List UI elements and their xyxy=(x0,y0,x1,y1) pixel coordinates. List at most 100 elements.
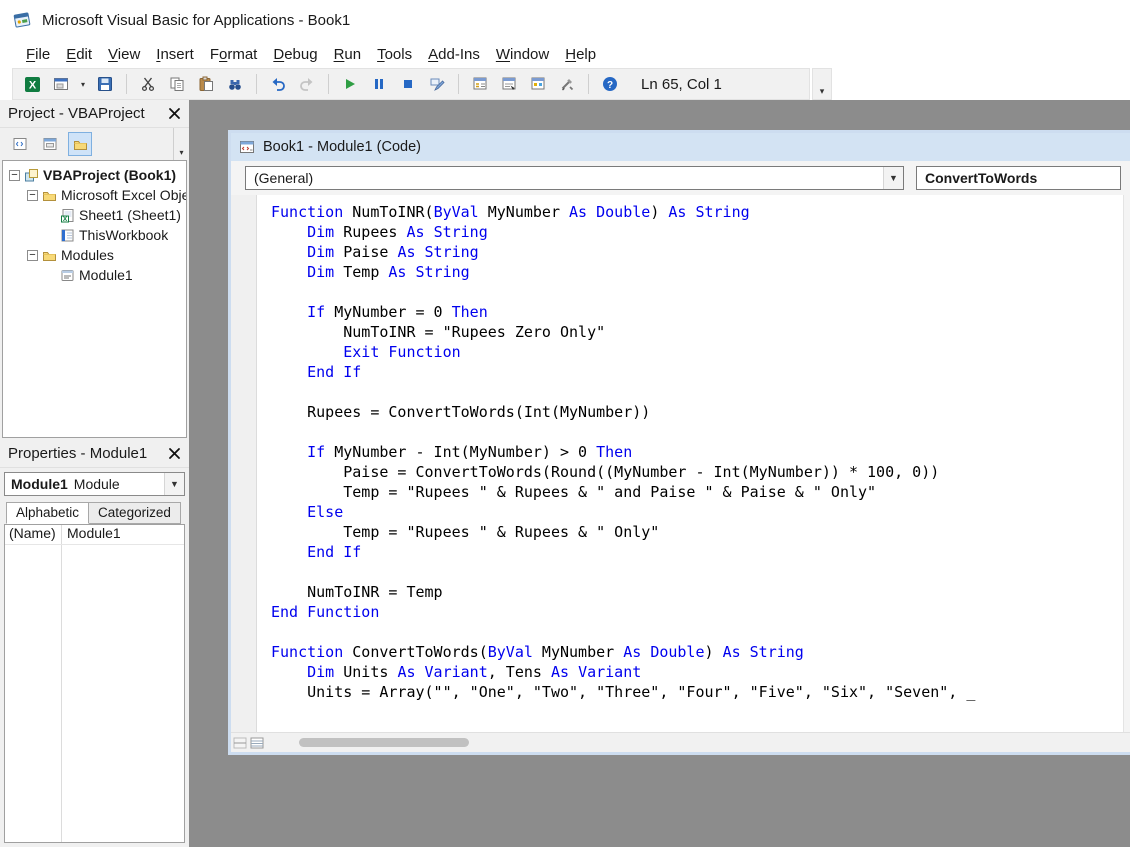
save-button[interactable] xyxy=(92,71,118,97)
code-line: Function ConvertToWords(ByVal MyNumber A… xyxy=(271,642,1123,662)
menu-file[interactable]: File xyxy=(18,43,58,66)
cut-button[interactable] xyxy=(135,71,161,97)
svg-text:X: X xyxy=(62,216,67,223)
copy-button[interactable] xyxy=(164,71,190,97)
insert-userform-button[interactable] xyxy=(48,71,74,97)
tree-item-modules[interactable]: −Modules xyxy=(3,245,186,265)
main-area: Project - VBAProject xyxy=(0,100,1130,847)
paste-button[interactable] xyxy=(193,71,219,97)
copy-icon xyxy=(169,76,185,92)
code-line: End If xyxy=(271,362,1123,382)
tree-item-label: VBAProject (Book1) xyxy=(43,167,176,183)
project-panel-options[interactable]: ▾ xyxy=(173,128,189,160)
redo-button[interactable] xyxy=(294,71,320,97)
chevron-down-icon[interactable]: ▼ xyxy=(164,473,184,495)
tree-item-thisworkbook[interactable]: ThisWorkbook xyxy=(3,225,186,245)
tree-item-microsoft-excel-objects[interactable]: − Microsoft Excel Objects xyxy=(3,185,186,205)
chevron-down-icon[interactable]: ▼ xyxy=(883,167,903,189)
full-module-view-button[interactable] xyxy=(248,735,265,751)
toolbar-overflow-button[interactable]: ▾ xyxy=(812,68,832,100)
view-code-button[interactable] xyxy=(8,132,32,156)
code-line xyxy=(271,282,1123,302)
properties-panel: Properties - Module1 Module1 Module ▼ Al… xyxy=(0,440,189,847)
mdi-area: Book1 - Module1 (Code) (General) ▼ Conve… xyxy=(190,100,1130,847)
collapse-icon[interactable]: − xyxy=(9,170,20,181)
reset-button[interactable] xyxy=(395,71,421,97)
property-value-cell[interactable]: Module1 xyxy=(61,525,184,544)
tree-item-sheet1-sheet1[interactable]: XSheet1 (Sheet1) xyxy=(3,205,186,225)
properties-window-button[interactable] xyxy=(496,71,522,97)
properties-panel-close-button[interactable] xyxy=(163,443,185,465)
margin-indicator-bar[interactable] xyxy=(231,195,257,732)
insert-userform-dropdown-arrow[interactable]: ▾ xyxy=(77,80,89,89)
project-panel-title: Project - VBAProject xyxy=(8,105,145,122)
code-line: Dim Units As Variant, Tens As Variant xyxy=(271,662,1123,682)
grid-column-divider[interactable] xyxy=(61,525,62,842)
code-editor[interactable]: Function NumToINR(ByVal MyNumber As Doub… xyxy=(257,195,1123,732)
title-bar[interactable]: Microsoft Visual Basic for Applications … xyxy=(0,0,1130,40)
help-button[interactable]: ? xyxy=(597,71,623,97)
menu-add-ins[interactable]: Add-Ins xyxy=(420,43,488,66)
toggle-folders-button[interactable] xyxy=(68,132,92,156)
tab-alphabetic[interactable]: Alphabetic xyxy=(6,502,89,524)
collapse-icon[interactable]: − xyxy=(27,190,38,201)
undo-button[interactable] xyxy=(265,71,291,97)
menu-window[interactable]: Window xyxy=(488,43,557,66)
menu-tools[interactable]: Tools xyxy=(369,43,420,66)
paste-icon xyxy=(198,76,214,92)
project-tree: −VBAProject (Book1)−Microsoft Excel Obje… xyxy=(2,160,187,438)
object-browser-button[interactable] xyxy=(525,71,551,97)
collapse-icon[interactable]: − xyxy=(27,250,38,261)
design-mode-button[interactable] xyxy=(424,71,450,97)
menu-help[interactable]: Help xyxy=(557,43,604,66)
save-icon xyxy=(97,76,113,92)
tree-item-vbaproject-book1[interactable]: − VBAProject (Book1) xyxy=(3,165,186,185)
design-mode-icon xyxy=(429,76,445,92)
code-line: Rupees = ConvertToWords(Int(MyNumber)) xyxy=(271,402,1123,422)
code-window: Book1 - Module1 (Code) (General) ▼ Conve… xyxy=(228,130,1130,755)
properties-panel-header: Properties - Module1 xyxy=(0,440,189,468)
menu-insert[interactable]: Insert xyxy=(148,43,202,66)
find-button[interactable] xyxy=(222,71,248,97)
object-dropdown[interactable]: (General) ▼ xyxy=(245,166,904,190)
property-name-cell: (Name) xyxy=(5,525,61,544)
menu-debug[interactable]: Debug xyxy=(265,43,325,66)
horizontal-scrollbar-thumb[interactable] xyxy=(299,738,469,747)
code-window-titlebar[interactable]: Book1 - Module1 (Code) xyxy=(231,133,1130,161)
procedure-view-button[interactable] xyxy=(231,735,248,751)
close-icon xyxy=(168,447,181,460)
view-host-app-button[interactable]: X xyxy=(19,71,45,97)
project-panel-close-button[interactable] xyxy=(163,103,185,125)
toolbar-separator xyxy=(256,74,257,94)
menu-view[interactable]: View xyxy=(100,43,148,66)
procedure-dropdown[interactable]: ConvertToWords xyxy=(916,166,1121,190)
find-icon xyxy=(227,76,243,92)
menu-format[interactable]: Format xyxy=(202,43,266,66)
tab-categorized[interactable]: Categorized xyxy=(88,502,181,524)
vertical-scrollbar[interactable] xyxy=(1123,195,1130,732)
code-line xyxy=(271,622,1123,642)
code-line: Temp = "Rupees " & Rupees & " Only" xyxy=(271,522,1123,542)
properties-tabs: AlphabeticCategorized xyxy=(0,498,189,524)
object-browser-icon xyxy=(530,76,546,92)
property-row-name[interactable]: (Name)Module1 xyxy=(5,525,184,545)
menu-edit[interactable]: Edit xyxy=(58,43,100,66)
toolbox-button[interactable] xyxy=(554,71,580,97)
tree-item-label: Microsoft Excel Objects xyxy=(61,187,186,203)
run-sub-button[interactable] xyxy=(337,71,363,97)
project-explorer-button[interactable] xyxy=(467,71,493,97)
properties-object-selector[interactable]: Module1 Module ▼ xyxy=(4,472,185,496)
code-window-combo-row: (General) ▼ ConvertToWords xyxy=(231,161,1130,195)
folder-icon xyxy=(41,188,57,203)
help-icon: ? xyxy=(602,76,618,92)
tree-item-module1[interactable]: Module1 xyxy=(3,265,186,285)
cut-icon xyxy=(140,76,156,92)
chevron-down-icon: ▾ xyxy=(820,86,825,97)
break-button[interactable] xyxy=(366,71,392,97)
code-line: If MyNumber - Int(MyNumber) > 0 Then xyxy=(271,442,1123,462)
view-object-button[interactable] xyxy=(38,132,62,156)
code-line: End If xyxy=(271,542,1123,562)
horizontal-scrollbar[interactable] xyxy=(265,733,1130,752)
menu-run[interactable]: Run xyxy=(326,43,370,66)
toolbox-icon xyxy=(559,76,575,92)
